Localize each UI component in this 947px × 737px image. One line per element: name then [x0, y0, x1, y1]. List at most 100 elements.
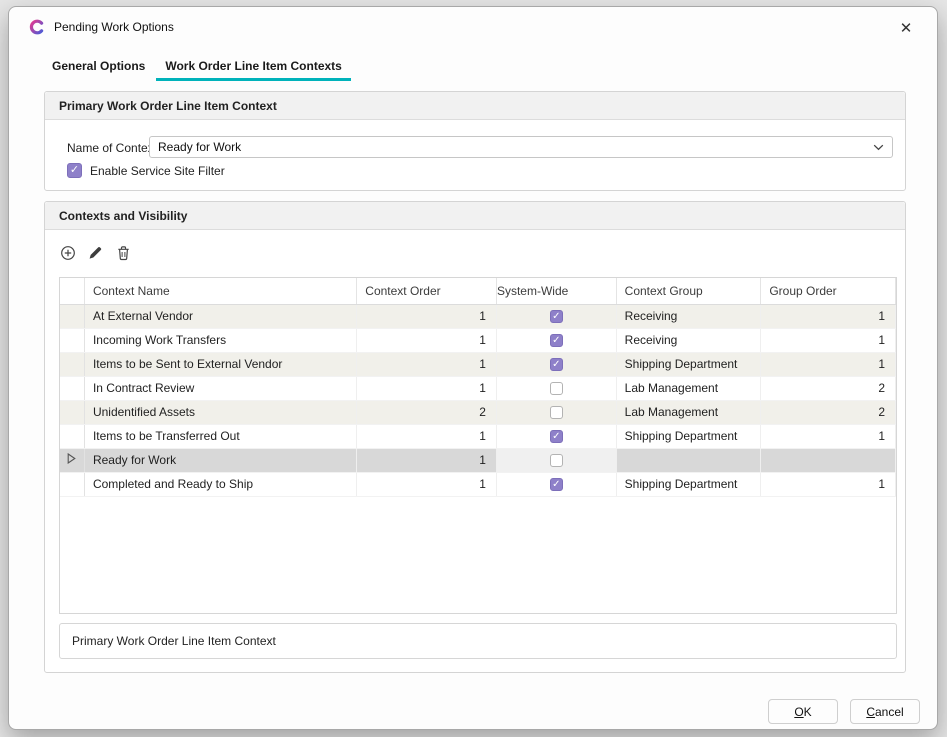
cell-group-order[interactable]: 2	[761, 377, 896, 400]
name-of-context-combobox[interactable]: Ready for Work	[149, 136, 893, 158]
row-selector[interactable]	[60, 449, 85, 472]
header-system-wide[interactable]: System-Wide	[497, 278, 617, 304]
cell-context-order[interactable]: 1	[357, 305, 497, 328]
cell-system-wide[interactable]	[497, 353, 617, 376]
cell-system-wide[interactable]	[497, 401, 617, 424]
cell-context-order[interactable]: 1	[357, 449, 497, 472]
cell-system-wide[interactable]	[497, 449, 617, 472]
system-wide-checkbox[interactable]	[550, 310, 563, 323]
cell-context-group[interactable]: Shipping Department	[617, 425, 762, 448]
edit-button[interactable]	[87, 244, 104, 261]
cell-context-group[interactable]: Lab Management	[617, 377, 762, 400]
table-row[interactable]: Ready for Work 1	[60, 449, 896, 473]
cancel-button[interactable]: Cancel	[850, 699, 920, 724]
table-toolbar	[59, 244, 132, 261]
cell-context-group[interactable]: Shipping Department	[617, 473, 762, 496]
system-wide-checkbox[interactable]	[550, 382, 563, 395]
cell-system-wide[interactable]	[497, 329, 617, 352]
system-wide-checkbox[interactable]	[550, 478, 563, 491]
delete-button[interactable]	[115, 244, 132, 261]
system-wide-checkbox[interactable]	[550, 430, 563, 443]
table-row[interactable]: Items to be Transferred Out 1 Shipping D…	[60, 425, 896, 449]
pending-work-options-dialog: Pending Work Options ✕ General Options W…	[8, 6, 938, 730]
cell-context-name[interactable]: Ready for Work	[85, 449, 357, 472]
header-context-name[interactable]: Context Name	[85, 278, 357, 304]
table-row[interactable]: Unidentified Assets 2 Lab Management 2	[60, 401, 896, 425]
header-row-selector	[60, 278, 85, 304]
cell-context-order[interactable]: 1	[357, 329, 497, 352]
cell-context-group[interactable]	[617, 449, 762, 472]
cell-context-order[interactable]: 1	[357, 425, 497, 448]
row-selector[interactable]	[60, 305, 85, 328]
tab-bar: General Options Work Order Line Item Con…	[43, 54, 351, 81]
cell-group-order[interactable]: 2	[761, 401, 896, 424]
tab-work-order-line-item-contexts[interactable]: Work Order Line Item Contexts	[156, 54, 350, 81]
cell-context-name[interactable]: Items to be Transferred Out	[85, 425, 357, 448]
contexts-visibility-groupbox: Contexts and Visibility	[44, 201, 906, 673]
cell-context-order[interactable]: 1	[357, 353, 497, 376]
enable-service-site-filter[interactable]: Enable Service Site Filter	[67, 163, 225, 178]
primary-context-groupbox: Primary Work Order Line Item Context Nam…	[44, 91, 906, 191]
system-wide-checkbox[interactable]	[550, 358, 563, 371]
cell-context-group[interactable]: Lab Management	[617, 401, 762, 424]
cell-system-wide[interactable]	[497, 473, 617, 496]
cell-context-name[interactable]: Incoming Work Transfers	[85, 329, 357, 352]
header-context-order[interactable]: Context Order	[357, 278, 497, 304]
name-of-context-label: Name of Context	[67, 141, 157, 155]
dialog-button-row: OK Cancel	[768, 699, 920, 724]
titlebar: Pending Work Options ✕	[9, 7, 937, 47]
cell-group-order[interactable]: 1	[761, 329, 896, 352]
primary-context-groupbox-title: Primary Work Order Line Item Context	[45, 92, 905, 120]
pencil-icon	[88, 245, 103, 260]
cell-context-name[interactable]: At External Vendor	[85, 305, 357, 328]
enable-service-site-filter-checkbox[interactable]	[67, 163, 82, 178]
contexts-visibility-groupbox-title: Contexts and Visibility	[45, 202, 905, 230]
window-title: Pending Work Options	[54, 20, 174, 34]
table-row[interactable]: In Contract Review 1 Lab Management 2	[60, 377, 896, 401]
cell-group-order[interactable]: 1	[761, 473, 896, 496]
enable-service-site-filter-label: Enable Service Site Filter	[90, 164, 225, 178]
cell-context-group[interactable]: Receiving	[617, 305, 762, 328]
row-selector[interactable]	[60, 425, 85, 448]
table-header-row: Context Name Context Order System-Wide C…	[60, 278, 896, 305]
tab-general-options[interactable]: General Options	[43, 54, 154, 81]
table-row[interactable]: Items to be Sent to External Vendor 1 Sh…	[60, 353, 896, 377]
app-logo-icon	[29, 19, 45, 35]
cell-group-order[interactable]: 1	[761, 425, 896, 448]
cell-context-group[interactable]: Shipping Department	[617, 353, 762, 376]
row-selector[interactable]	[60, 401, 85, 424]
system-wide-checkbox[interactable]	[550, 334, 563, 347]
system-wide-checkbox[interactable]	[550, 454, 563, 467]
cell-context-order[interactable]: 2	[357, 401, 497, 424]
close-icon[interactable]: ✕	[895, 17, 917, 39]
cell-system-wide[interactable]	[497, 425, 617, 448]
table-row[interactable]: At External Vendor 1 Receiving 1	[60, 305, 896, 329]
cell-group-order[interactable]	[761, 449, 896, 472]
cell-group-order[interactable]: 1	[761, 353, 896, 376]
cell-system-wide[interactable]	[497, 305, 617, 328]
row-selector[interactable]	[60, 353, 85, 376]
table-body: At External Vendor 1 Receiving 1 Incomin…	[60, 305, 896, 497]
cell-context-order[interactable]: 1	[357, 377, 497, 400]
trash-icon	[116, 245, 131, 261]
header-context-group[interactable]: Context Group	[617, 278, 762, 304]
summary-box: Primary Work Order Line Item Context	[59, 623, 897, 659]
table-row[interactable]: Incoming Work Transfers 1 Receiving 1	[60, 329, 896, 353]
add-button[interactable]	[59, 244, 76, 261]
row-selector[interactable]	[60, 377, 85, 400]
cell-context-order[interactable]: 1	[357, 473, 497, 496]
cell-system-wide[interactable]	[497, 377, 617, 400]
system-wide-checkbox[interactable]	[550, 406, 563, 419]
table-row[interactable]: Completed and Ready to Ship 1 Shipping D…	[60, 473, 896, 497]
row-selector[interactable]	[60, 473, 85, 496]
cell-context-name[interactable]: Completed and Ready to Ship	[85, 473, 357, 496]
cell-context-name[interactable]: Items to be Sent to External Vendor	[85, 353, 357, 376]
cell-group-order[interactable]: 1	[761, 305, 896, 328]
cell-context-group[interactable]: Receiving	[617, 329, 762, 352]
current-row-arrow-icon	[67, 449, 76, 472]
row-selector[interactable]	[60, 329, 85, 352]
header-group-order[interactable]: Group Order	[761, 278, 896, 304]
ok-button[interactable]: OK	[768, 699, 838, 724]
cell-context-name[interactable]: Unidentified Assets	[85, 401, 357, 424]
cell-context-name[interactable]: In Contract Review	[85, 377, 357, 400]
